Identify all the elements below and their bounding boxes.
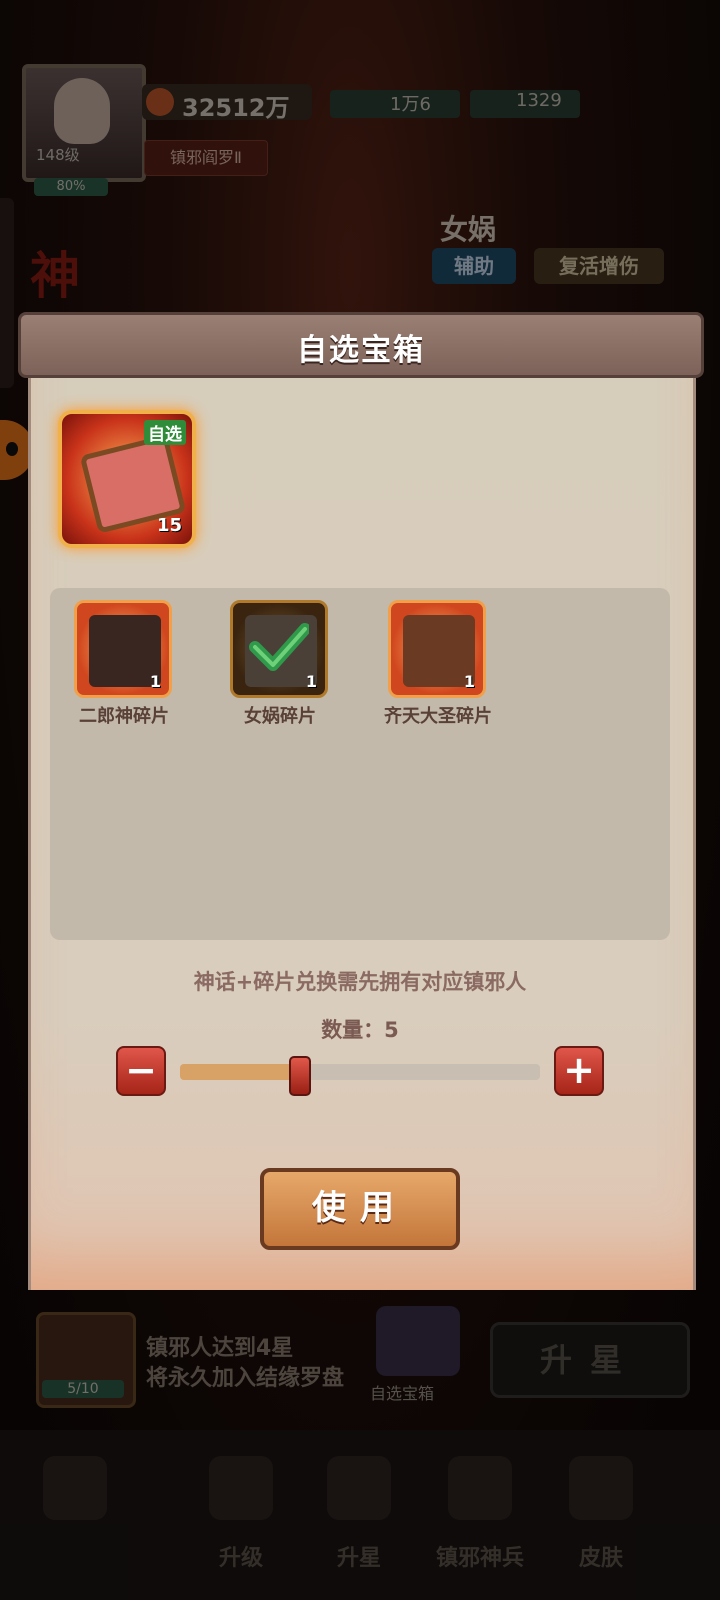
chest-count: 15 bbox=[156, 515, 182, 536]
chest-select-tag: 自选 bbox=[144, 420, 186, 445]
checkmark-icon bbox=[249, 623, 309, 671]
choice-label: 二郎神碎片 bbox=[79, 706, 169, 727]
use-button[interactable]: 使用 bbox=[260, 1168, 460, 1250]
quantity-slider[interactable] bbox=[180, 1056, 540, 1096]
slider-fill bbox=[180, 1064, 300, 1080]
exchange-hint: 神话+碎片兑换需先拥有对应镇邪人 bbox=[193, 970, 527, 994]
slider-handle[interactable] bbox=[289, 1056, 311, 1096]
choice-count: 1 bbox=[149, 672, 161, 691]
choice-nuwa[interactable]: 1 bbox=[230, 600, 328, 698]
chest-item: 自选 15 bbox=[58, 410, 196, 548]
plus-button[interactable]: + bbox=[554, 1046, 604, 1096]
quantity-label: 数量：5 bbox=[321, 1018, 399, 1042]
modal-title: 自选宝箱 bbox=[297, 333, 425, 368]
choice-monkey-king[interactable]: 1 bbox=[388, 600, 486, 698]
minus-button[interactable]: − bbox=[116, 1046, 166, 1096]
modal-header: 自选宝箱 bbox=[18, 312, 704, 378]
choice-count: 1 bbox=[463, 672, 475, 691]
choice-erlang[interactable]: 1 bbox=[74, 600, 172, 698]
choice-count: 1 bbox=[305, 672, 317, 691]
choice-label: 女娲碎片 bbox=[244, 706, 316, 727]
choice-label: 齐天大圣碎片 bbox=[384, 706, 492, 727]
